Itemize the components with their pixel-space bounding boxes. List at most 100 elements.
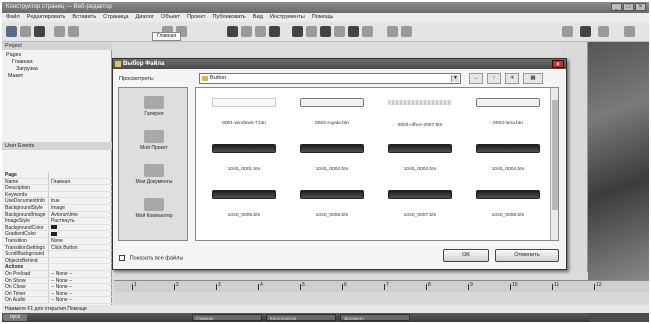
property-value[interactable]: -- None -- <box>48 297 112 303</box>
property-value[interactable]: Главная <box>48 178 112 185</box>
file-item[interactable]: 0003-office-2007.btn <box>378 98 462 128</box>
property-row[interactable]: Description <box>2 185 112 192</box>
new-page-icon[interactable] <box>6 26 17 37</box>
property-row[interactable]: On Timer -- None -- <box>2 290 112 298</box>
property-row[interactable]: ObjectsBehind <box>2 257 112 265</box>
open-icon[interactable] <box>20 26 31 37</box>
property-value[interactable]: true <box>48 198 112 204</box>
menu-item[interactable]: Объект <box>161 13 180 22</box>
property-row[interactable]: ImageStyle Растянуть <box>2 218 112 225</box>
property-row[interactable]: UseDocumentInfo true <box>2 198 112 205</box>
file-item[interactable]: 1040_0002.btn <box>290 144 374 172</box>
property-value[interactable]: -- None -- <box>48 277 112 284</box>
taskbar-item[interactable]: Главная <box>192 314 262 321</box>
property-row[interactable]: On Preload -- None -- <box>2 270 112 278</box>
image-object-icon[interactable] <box>269 26 280 37</box>
list-object-icon[interactable] <box>362 26 373 37</box>
property-row[interactable]: Transition None <box>2 237 112 245</box>
scrollbar-thumb[interactable] <box>552 100 558 210</box>
place-my-documents[interactable]: Мои Документы <box>119 164 189 185</box>
property-value[interactable] <box>48 231 112 237</box>
preview-icon[interactable] <box>387 26 398 37</box>
menu-item[interactable]: Страница <box>103 13 128 22</box>
tree-item-load[interactable]: Загрузка <box>6 66 38 73</box>
ok-button[interactable]: OK <box>443 249 489 262</box>
start-button[interactable]: пуск <box>3 314 27 321</box>
place-my-computer[interactable]: Мой Компьютер <box>119 198 189 219</box>
property-row[interactable]: Name Главная <box>2 178 112 186</box>
close-button[interactable]: × <box>635 3 646 11</box>
property-value[interactable]: Click Button <box>48 244 112 251</box>
menu-item[interactable]: Помощь <box>312 13 334 22</box>
property-value[interactable]: -- None -- <box>48 284 112 290</box>
dialog-close-button[interactable]: × <box>552 60 564 68</box>
property-value[interactable]: None <box>48 237 112 244</box>
show-all-files-option[interactable]: Показать все файлы <box>119 255 183 261</box>
file-item[interactable]: 0001-windows-7.btn <box>202 98 286 126</box>
file-item[interactable]: 1040_0008.btn <box>466 190 550 218</box>
menu-item[interactable]: Диалог <box>135 13 154 22</box>
property-value[interactable]: -- None -- <box>48 290 112 297</box>
property-value[interactable]: -- None -- <box>48 270 112 277</box>
property-row[interactable]: Keywords <box>2 191 112 199</box>
save-icon[interactable] <box>34 26 45 37</box>
tree-item-main[interactable]: Главная <box>6 59 38 66</box>
label-object-icon[interactable] <box>241 26 252 37</box>
property-row[interactable]: BackgroundImage Avtorun\Ime <box>2 211 112 219</box>
property-row[interactable]: On Audio -- None -- <box>2 297 112 304</box>
file-item[interactable]: 1040_0003.btn <box>378 144 462 172</box>
cancel-button[interactable]: Отменить <box>495 249 559 262</box>
property-row[interactable]: GradientColor <box>2 231 112 238</box>
tab-page-main[interactable]: Главная <box>152 32 182 41</box>
align-left-icon[interactable] <box>562 26 573 37</box>
place-my-project[interactable]: Мой Проект <box>119 130 189 151</box>
file-list-scrollbar[interactable] <box>550 88 558 240</box>
distribute-icon[interactable] <box>624 26 635 37</box>
align-center-icon[interactable] <box>580 26 591 37</box>
grid-object-icon[interactable] <box>348 26 359 37</box>
view-menu-button[interactable]: ▦ <box>523 73 543 84</box>
taskbar-item[interactable]: Документ <box>340 314 410 321</box>
align-right-icon[interactable] <box>598 26 609 37</box>
property-value[interactable] <box>48 185 112 191</box>
taskbar-item[interactable]: Конструктор <box>266 314 336 321</box>
property-row[interactable]: On Close -- None -- <box>2 284 112 291</box>
menu-item[interactable]: Инструменты <box>270 13 305 22</box>
property-value[interactable] <box>48 257 112 264</box>
file-item[interactable]: 1040_0004.btn <box>466 144 550 172</box>
property-value[interactable] <box>48 172 112 178</box>
shape-object-icon[interactable] <box>334 26 345 37</box>
tree-item-pages[interactable]: Pages <box>6 52 38 59</box>
property-value[interactable] <box>48 224 112 231</box>
paragraph-object-icon[interactable] <box>255 26 266 37</box>
file-item[interactable]: 1040_0005.btn <box>202 190 286 218</box>
property-value[interactable]: Avtorun\Ime <box>48 211 112 218</box>
property-value[interactable] <box>48 264 112 270</box>
menu-item[interactable]: Файл <box>6 13 20 22</box>
property-section[interactable]: Actions <box>2 264 112 271</box>
chevron-down-icon[interactable]: ▼ <box>451 75 459 82</box>
file-item[interactable]: 1040_0007.btn <box>378 190 462 218</box>
property-row[interactable]: BackgroundColor <box>2 224 112 232</box>
menu-item[interactable]: Публиковать <box>213 13 246 22</box>
back-button[interactable]: ← <box>469 73 483 84</box>
color-swatch[interactable] <box>51 232 57 237</box>
place-gallery[interactable]: Галерея <box>119 96 189 117</box>
property-row[interactable]: On Show -- None -- <box>2 277 112 285</box>
menu-item[interactable]: Проект <box>187 13 205 22</box>
timeline-ruler[interactable]: 1 2 3 4 5 6 7 8 9 10 11 12 <box>114 280 649 292</box>
up-folder-button[interactable]: ↑ <box>487 73 501 84</box>
property-row[interactable]: TransitionSettings Click Button <box>2 244 112 252</box>
property-section[interactable]: Page <box>2 172 112 179</box>
menu-item[interactable]: Вставить <box>72 13 96 22</box>
maximize-button[interactable]: □ <box>623 3 634 11</box>
look-in-dropdown[interactable]: Button ▼ <box>199 73 461 84</box>
settings-icon[interactable] <box>401 26 412 37</box>
show-all-files-checkbox[interactable] <box>119 255 125 261</box>
property-value[interactable] <box>48 191 112 198</box>
tree-item-layout[interactable]: Макет <box>6 73 38 80</box>
color-swatch[interactable] <box>51 225 57 230</box>
property-value[interactable] <box>48 251 112 257</box>
menu-item[interactable]: Редактировать <box>27 13 66 22</box>
file-item[interactable]: 0002-royale.btn <box>290 98 374 126</box>
